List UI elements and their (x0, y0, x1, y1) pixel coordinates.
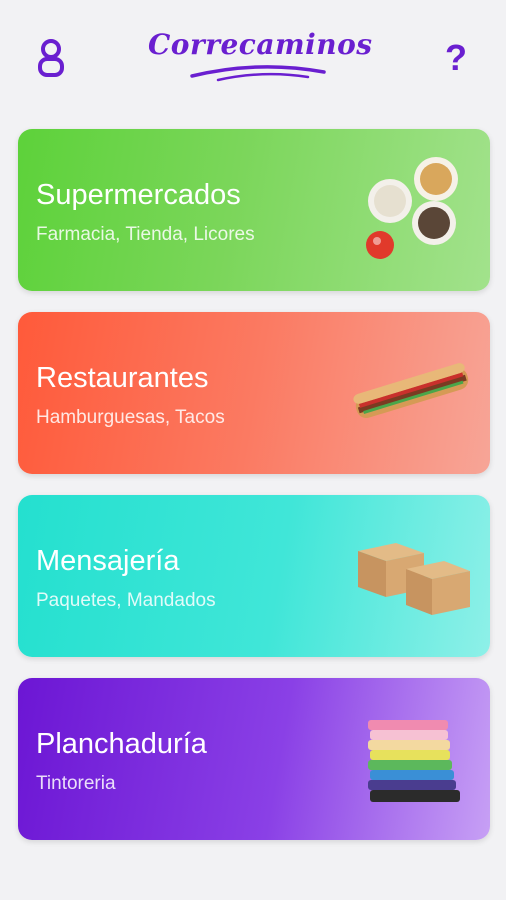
app-logo: Correcaminos (148, 22, 373, 90)
card-title: Supermercados (36, 179, 241, 211)
app-header: Correcaminos ? (0, 0, 506, 110)
card-title: Planchaduría (36, 728, 207, 760)
logo-swoosh (190, 65, 326, 82)
user-button[interactable] (29, 36, 73, 80)
boxes-image (358, 543, 470, 615)
category-card-mensajeria[interactable]: Mensajería Paquetes, Mandados (18, 495, 490, 657)
logo-text: Correcaminos (148, 28, 373, 61)
card-subtitle: Farmacia, Tienda, Licores (36, 224, 255, 245)
category-card-planchaduria[interactable]: Planchaduría Tintoreria (18, 678, 490, 840)
card-title: Mensajería (36, 545, 180, 577)
spice-bowls-image (366, 157, 458, 259)
sandwich-image (353, 363, 469, 418)
folded-clothes-image (368, 720, 460, 802)
user-icon (38, 39, 64, 77)
card-subtitle: Hamburguesas, Tacos (36, 407, 225, 428)
card-title: Restaurantes (36, 362, 209, 394)
card-subtitle: Paquetes, Mandados (36, 590, 216, 611)
category-card-restaurantes[interactable]: Restaurantes Hamburguesas, Tacos (18, 312, 490, 474)
card-subtitle: Tintoreria (36, 773, 116, 794)
category-card-supermercados[interactable]: Supermercados Farmacia, Tienda, Licores (18, 129, 490, 291)
help-icon: ? (445, 37, 467, 78)
help-button[interactable]: ? (434, 36, 478, 80)
